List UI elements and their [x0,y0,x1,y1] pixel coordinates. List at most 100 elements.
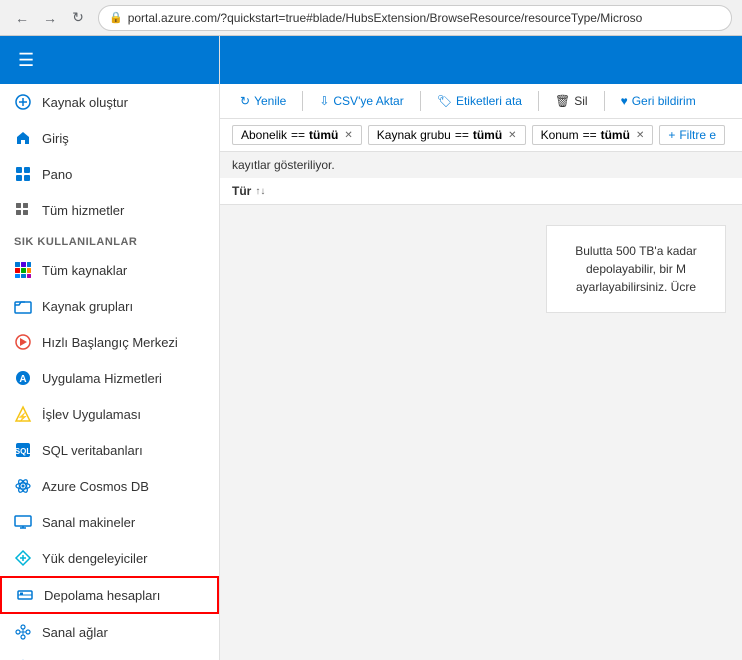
filter-abonelik-close[interactable]: ✕ [344,130,352,141]
reload-button[interactable]: ↻ [66,6,90,30]
sidebar-item-pano[interactable]: Pano [0,156,219,192]
resource-groups-icon [14,297,32,315]
function-app-icon: ⚡ [14,405,32,423]
lb-icon [14,549,32,567]
sidebar-item-depolama-hesaplari[interactable]: Depolama hesapları [0,576,219,614]
sidebar-item-sql-veritabanlari[interactable]: SQL SQL veritabanları [0,432,219,468]
col-tur[interactable]: Tür ↑↓ [232,184,265,198]
filter-kaynak-grubu[interactable]: Kaynak grubu == tümü ✕ [368,125,526,145]
geri-bildirim-label: Geri bildirim [632,94,696,108]
sidebar-item-label: Giriş [42,131,69,146]
info-card: Bulutta 500 TB'a kadar depolayabilir, bi… [546,225,726,313]
svg-text:⚡: ⚡ [17,411,28,423]
yenile-label: Yenile [254,94,286,108]
address-bar[interactable]: 🔒 portal.azure.com/?quickstart=true#blad… [98,5,732,31]
sil-button[interactable]: 🗑 Sil [547,90,596,112]
sidebar-item-yuk-dengeleyiciler[interactable]: Yük dengeleyiciler [0,540,219,576]
back-button[interactable]: ← [10,6,34,30]
csv-button[interactable]: ⇩ CSV'ye Aktar [311,90,411,112]
content-body: Bulutta 500 TB'a kadar depolayabilir, bi… [220,205,742,660]
all-resources-icon [14,261,32,279]
dashboard-icon [14,165,32,183]
main-layout: ☰ Kaynak oluştur Giriş [0,36,742,660]
sidebar-item-label: Tüm hizmetler [42,203,124,218]
filter-kaynak-grubu-label: Kaynak grubu [377,128,451,142]
refresh-icon: ↻ [240,94,250,108]
filter-abonelik-label: Abonelik [241,128,287,142]
plus-icon [14,93,32,111]
url-text: portal.azure.com/?quickstart=true#blade/… [128,11,643,25]
sidebar-item-sanal-aglar[interactable]: Sanal ağlar [0,614,219,650]
sidebar-item-label: SQL veritabanları [42,443,143,458]
etiketler-label: Etiketleri ata [456,94,522,108]
filter-konum-label: Konum [541,128,579,142]
app-services-icon: A [14,369,32,387]
tag-icon: 🏷 [437,94,452,108]
filter-bar: Abonelik == tümü ✕ Kaynak grubu == tümü … [220,119,742,152]
storage-icon [16,586,34,604]
vnet-icon [14,623,32,641]
svg-text:A: A [19,374,26,385]
home-icon [14,129,32,147]
filter-add-label: Filtre e [679,128,716,142]
sil-label: Sil [574,94,587,108]
sidebar-item-label: Tüm kaynaklar [42,263,127,278]
sidebar-item-hizli-baslangic[interactable]: Hızlı Başlangıç Merkezi [0,324,219,360]
section-sik-kullanilanlar: SIK KULLANILANLAR [0,228,219,252]
add-filter-button[interactable]: + Filtre e [659,125,725,145]
sidebar-item-label: Azure Cosmos DB [42,479,149,494]
lock-icon: 🔒 [109,11,123,24]
filter-kaynak-grubu-close[interactable]: ✕ [508,130,516,141]
sql-icon: SQL [14,441,32,459]
sidebar-item-label: Depolama hesapları [44,588,160,603]
hamburger-button[interactable]: ☰ [14,46,38,75]
sort-icon: ↑↓ [255,186,265,197]
sidebar-item-kaynak-olustur[interactable]: Kaynak oluştur [0,84,219,120]
cosmos-icon [14,477,32,495]
sidebar-item-azure-cosmos[interactable]: Azure Cosmos DB [0,468,219,504]
filter-plus-icon: + [668,128,675,142]
filter-konum-close[interactable]: ✕ [636,130,644,141]
svg-text:SQL: SQL [15,447,32,456]
toolbar-divider-1 [302,91,303,111]
browser-nav-buttons: ← → ↻ [10,6,90,30]
filter-abonelik[interactable]: Abonelik == tümü ✕ [232,125,362,145]
filter-konum[interactable]: Konum == tümü ✕ [532,125,654,145]
browser-chrome: ← → ↻ 🔒 portal.azure.com/?quickstart=tru… [0,0,742,36]
content-header-bar [220,36,742,84]
delete-icon: 🗑 [555,94,570,108]
geri-bildirim-button[interactable]: ♥ Geri bildirim [613,90,704,112]
sidebar-item-label: Yük dengeleyiciler [42,551,148,566]
sidebar-item-label: Kaynak oluştur [42,95,128,110]
toolbar-divider-2 [420,91,421,111]
sidebar-item-kaynak-gruplari[interactable]: Kaynak grupları [0,288,219,324]
filter-kaynak-grubu-value: tümü [473,128,502,142]
sidebar-item-uygulama-hizmetleri[interactable]: A Uygulama Hizmetleri [0,360,219,396]
csv-label: CSV'ye Aktar [333,94,403,108]
download-icon: ⇩ [319,94,329,108]
grid-icon [14,201,32,219]
forward-button[interactable]: → [38,6,62,30]
sidebar-item-islev-uygulamasi[interactable]: ⚡ İşlev Uygulaması [0,396,219,432]
sidebar-item-azure-active-directory[interactable]: Azure Active Directory [0,650,219,660]
vm-icon [14,513,32,531]
heart-icon: ♥ [621,94,628,108]
sidebar-item-label: İşlev Uygulaması [42,407,141,422]
info-card-text: Bulutta 500 TB'a kadar depolayabilir, bi… [575,244,696,294]
sidebar-header: ☰ [0,36,219,84]
sidebar-item-tum-kaynaklar[interactable]: Tüm kaynaklar [0,252,219,288]
etiketler-button[interactable]: 🏷 Etiketleri ata [429,90,530,112]
filter-eq-icon2: == [455,128,469,142]
filter-abonelik-value: tümü [309,128,338,142]
toolbar-divider-3 [538,91,539,111]
filter-konum-value: tümü [601,128,630,142]
sidebar-item-giris[interactable]: Giriş [0,120,219,156]
filter-eq-icon: == [291,128,305,142]
sidebar-item-tum-hizmetler[interactable]: Tüm hizmetler [0,192,219,228]
yenile-button[interactable]: ↻ Yenile [232,90,294,112]
quickstart-icon [14,333,32,351]
info-bar: kayıtlar gösteriliyor. [220,152,742,178]
sidebar-item-label: Uygulama Hizmetleri [42,371,162,386]
info-text: kayıtlar gösteriliyor. [232,158,335,172]
sidebar-item-sanal-makineler[interactable]: Sanal makineler [0,504,219,540]
